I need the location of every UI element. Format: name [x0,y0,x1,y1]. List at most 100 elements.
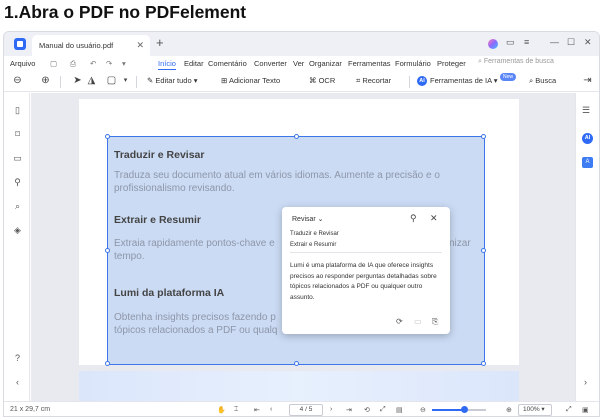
menu-ferramentas[interactable]: Ferramentas [348,59,391,68]
search-button[interactable]: ⌕ Busca [529,76,556,86]
undo-icon[interactable]: ↶ [90,59,96,68]
pin-icon[interactable]: ⚲ [410,213,417,224]
rotate-icon[interactable]: ⟲ [364,406,370,414]
menu-bar: Arquivo ▢ ⎙ ↶ ↷ ▾ Início Editar Comentár… [4,56,599,72]
ai-assistant-icon[interactable] [488,39,498,49]
crop-label: Recortar [362,76,392,85]
fit-page-icon[interactable]: ⤢ [380,406,386,414]
redo-icon[interactable]: ↷ [106,59,112,68]
menu-arquivo[interactable]: Arquivo [10,59,35,68]
hand-tool-icon[interactable]: ✋ [217,406,226,414]
attachment-icon[interactable]: ⚲ [12,177,23,188]
chat-icon[interactable]: ▭ [506,37,515,48]
resize-handle[interactable] [294,134,299,139]
section-text: nizar [449,238,471,249]
zoom-out-icon[interactable]: ⊖ [12,75,23,86]
collapse-right-icon[interactable]: › [584,377,587,387]
document-tab[interactable]: Manual do usuário.pdf ✕ [32,35,150,56]
resize-handle[interactable] [481,361,486,366]
comment-icon[interactable]: ▭ [12,153,23,164]
menu-organizar[interactable]: Organizar [309,59,342,68]
document-tab-title: Manual do usuário.pdf [39,41,114,50]
minimize-button[interactable]: — [550,37,559,47]
ocr-icon: ⌘ [309,76,319,85]
menu-converter[interactable]: Converter [254,59,287,68]
close-tab-icon[interactable]: ✕ [136,40,144,51]
collapse-left-icon[interactable]: ‹ [12,377,23,388]
menu-inicio[interactable]: Início [158,59,176,70]
insert-icon[interactable]: ⎘ [432,317,438,327]
review-dropdown[interactable]: Revisar ⌄ [292,215,324,223]
maximize-button[interactable]: ☐ [567,37,575,48]
ai-sidebar-icon[interactable]: AI [582,133,593,144]
close-window-button[interactable]: ✕ [584,37,592,48]
menu-icon[interactable]: ≡ [524,37,529,47]
resize-handle[interactable] [481,248,486,253]
select-tool-icon[interactable]: ⌶ [234,406,238,414]
ocr-button[interactable]: ⌘ OCR [309,76,335,85]
ai-tools-button[interactable]: AI Ferramentas de IA ▾ [417,76,498,87]
ai-response-text: Lumi é uma plataforma de IA que oferece … [290,262,437,301]
tools-search-input[interactable]: ⌕ Ferramentas de busca [478,58,554,66]
menu-comentario[interactable]: Comentário [208,59,247,68]
thumbnail-icon[interactable]: ▯ [12,105,23,116]
search-panel-icon[interactable]: ⌕ [12,201,23,212]
resize-handle[interactable] [105,134,110,139]
ai-icon: AI [417,76,427,87]
section-text: tópicos relacionados a PDF ou qualq [114,325,278,336]
option-extrair-resumir[interactable]: Extrair e Resumir [290,242,336,248]
last-page-icon[interactable]: ⇥ [346,406,352,414]
page-number-input[interactable]: 4 / 5 [289,404,323,416]
menu-proteger[interactable]: Proteger [437,59,466,68]
copy-icon[interactable]: ▭ [414,317,422,326]
refresh-icon[interactable]: ⟳ [396,317,403,326]
bookmark-icon[interactable]: ⌑ [12,129,23,140]
read-mode-icon[interactable]: ▣ [582,406,589,414]
menu-editar[interactable]: Editar [184,59,204,68]
ai-review-popup: Revisar ⌄ ⚲ ✕ Traduzir e Revisar Extrair… [282,207,450,334]
zoom-out-status-icon[interactable]: ⊖ [420,406,426,414]
menu-formulario[interactable]: Formulário [395,59,431,68]
panel-toggle-icon[interactable]: ⇥ [582,75,593,86]
prev-page-icon[interactable]: ‹ [270,406,272,413]
divider [290,252,442,253]
first-page-icon[interactable]: ⇤ [254,406,260,414]
zoom-in-status-icon[interactable]: ⊕ [506,406,512,414]
add-text-button[interactable]: ⊞ Adicionar Texto [221,76,280,85]
section-text: Obtenha insights precisos fazendo p [114,312,276,323]
edit-all-button[interactable]: ✎ Editar tudo ▾ [147,76,198,85]
tools-search-placeholder: Ferramentas de busca [483,58,554,65]
shape-icon[interactable]: ▢ [106,75,117,86]
shape-dropdown-icon[interactable]: ▾ [120,75,131,86]
crop-button[interactable]: ⌗ Recortar [356,76,391,86]
section-title: Extrair e Resumir [114,214,201,226]
menu-ver[interactable]: Ver [293,59,304,68]
pdfelement-logo-icon [14,38,26,50]
resize-handle[interactable] [481,134,486,139]
layers-icon[interactable]: ◈ [12,225,23,236]
translate-icon[interactable]: A [582,157,593,168]
select-cursor-icon[interactable]: ➤ [72,75,83,86]
option-traduzir-revisar[interactable]: Traduzir e Revisar [290,231,339,237]
zoom-in-icon[interactable]: ⊕ [40,75,51,86]
next-page-icon[interactable]: › [330,406,332,413]
resize-handle[interactable] [105,248,110,253]
divider [136,76,137,88]
zoom-level-value: 100% [523,406,540,413]
resize-handle[interactable] [105,361,110,366]
save-icon[interactable]: ▢ [50,59,57,68]
zoom-level-select[interactable]: 100% ▾ [518,404,552,416]
quick-access-dropdown-icon[interactable]: ▾ [122,59,126,68]
close-popup-icon[interactable]: ✕ [430,213,438,224]
zoom-slider[interactable] [432,406,486,413]
print-icon[interactable]: ⎙ [70,59,76,69]
help-icon[interactable]: ? [12,353,23,364]
resize-handle[interactable] [294,361,299,366]
zoom-slider-fill [432,409,465,411]
highlight-icon[interactable]: ◮ [86,75,97,86]
properties-icon[interactable]: ☰ [582,105,590,116]
fullscreen-icon[interactable]: ⤢ [566,406,572,414]
page-layout-icon[interactable]: ▤ [396,406,403,414]
new-tab-button[interactable]: + [156,35,164,50]
zoom-slider-knob[interactable] [460,406,468,413]
